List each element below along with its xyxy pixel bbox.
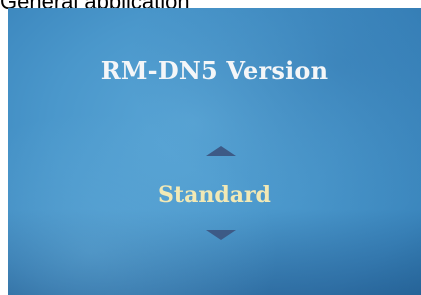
version-title: RM-DN5 Version xyxy=(100,56,329,85)
selected-value: Standard xyxy=(158,182,271,208)
device-screen: RM-DN5 Version Standard xyxy=(8,8,421,295)
triangle-up-icon[interactable] xyxy=(206,146,236,156)
triangle-down-icon[interactable] xyxy=(206,230,236,240)
